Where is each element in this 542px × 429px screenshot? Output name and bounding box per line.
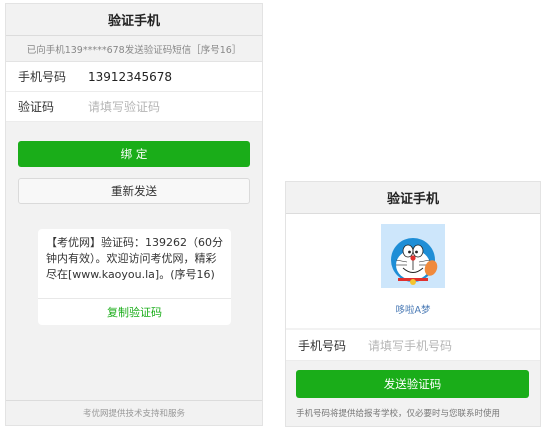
bind-phone-screen: 验证手机 已向手机139*****678发送验证码短信［序号16］ 手机号码 1…: [5, 3, 263, 426]
code-label: 验证码: [18, 100, 55, 114]
copy-code-button[interactable]: 复制验证码: [38, 298, 231, 325]
code-row[interactable]: 验证码 请填写验证码: [6, 92, 262, 122]
footer-credit: 考优网提供技术支持和服务: [6, 400, 262, 425]
doraemon-avatar-icon: [381, 224, 445, 288]
sms-sent-notice: 已向手机139*****678发送验证码短信［序号16］: [6, 36, 262, 62]
phone-row: 手机号码 13912345678: [6, 62, 262, 92]
bind-button[interactable]: 绑 定: [18, 141, 250, 167]
send-code-screen: 验证手机 哆啦A梦 手机号码 请填写手机号码 发送验证码 手机号码将提供给报考学…: [285, 181, 541, 427]
send-code-button[interactable]: 发送验证码: [296, 370, 529, 398]
bind-form: 手机号码 13912345678 验证码 请填写验证码: [6, 62, 262, 122]
phone-value: 13912345678: [88, 69, 172, 84]
phone-label: 手机号码: [18, 70, 67, 84]
page-title: 验证手机: [6, 4, 262, 36]
nickname: 哆啦A梦: [395, 305, 431, 316]
resend-button[interactable]: 重新发送: [18, 178, 250, 204]
sms-card: 【考优网】验证码：139262（60分钟内有效）。欢迎访问考优网，精彩尽在[ww…: [38, 229, 231, 325]
sms-message: 【考优网】验证码：139262（60分钟内有效）。欢迎访问考优网，精彩尽在[ww…: [46, 236, 223, 281]
privacy-hint: 手机号码将提供给报考学校，仅必要时与您联系时使用: [296, 409, 501, 419]
phone-label: 手机号码: [298, 338, 347, 353]
profile-area: 哆啦A梦: [286, 214, 540, 328]
phone-input[interactable]: 请填写手机号码: [368, 337, 452, 354]
page-title: 验证手机: [286, 182, 540, 214]
phone-row[interactable]: 手机号码 请填写手机号码: [286, 330, 540, 361]
code-input[interactable]: 请填写验证码: [88, 98, 160, 115]
